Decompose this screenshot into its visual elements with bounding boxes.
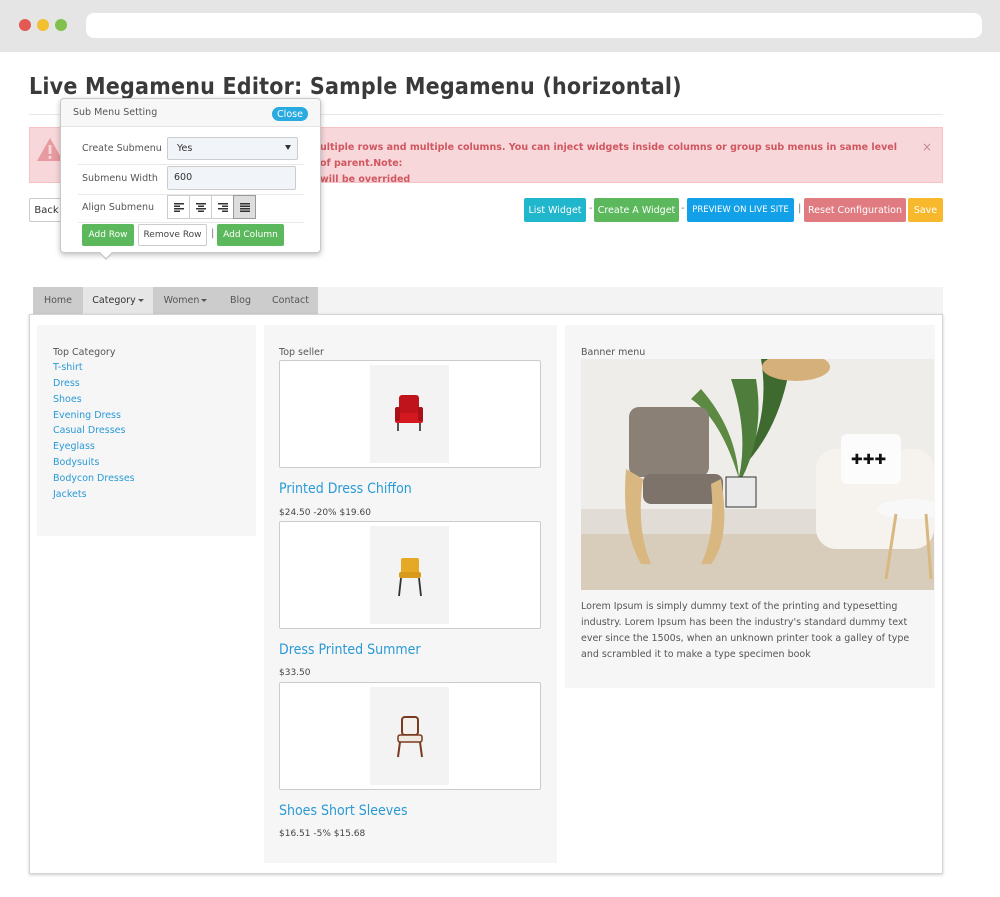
chevron-down-icon: [285, 145, 291, 150]
popover-close-button[interactable]: Close: [272, 107, 308, 121]
banner-title: Banner menu: [581, 347, 646, 358]
caret-down-icon: [137, 299, 144, 302]
toolbar-separator: -: [681, 203, 685, 214]
caret-down-icon: [201, 299, 208, 302]
category-column[interactable]: Top Category T-shirt Dress Shoes Evening…: [37, 325, 256, 536]
menu-item-label: Blog: [230, 295, 251, 306]
popover-header: Sub Menu Setting Close: [61, 99, 320, 127]
create-widget-button[interactable]: Create A Widget: [594, 198, 679, 222]
popover-arrow-inner: [99, 251, 113, 258]
window-minimize-dot[interactable]: [37, 19, 49, 31]
product-card[interactable]: [279, 682, 541, 790]
popover-separator: |: [211, 228, 215, 239]
menu-item-contact[interactable]: Contact: [263, 287, 318, 314]
create-submenu-label: Create Submenu: [82, 143, 162, 154]
category-link[interactable]: Bodysuits: [53, 457, 99, 468]
menu-item-label: Women: [163, 295, 200, 306]
popover-title: Sub Menu Setting: [73, 107, 158, 118]
menu-item-label: Home: [43, 295, 73, 306]
megamenu-bar: Home Category Women Blog Contact: [33, 287, 943, 314]
address-bar[interactable]: [86, 13, 982, 38]
menu-item-label: Category: [92, 295, 136, 306]
product-name[interactable]: Shoes Short Sleeves: [279, 803, 408, 819]
list-widget-button[interactable]: List Widget: [524, 198, 586, 222]
menu-item-label: Contact: [272, 295, 309, 306]
product-card[interactable]: [279, 360, 541, 468]
product-price: $33.50: [279, 668, 311, 678]
toolbar-separator: -: [589, 203, 593, 214]
living-room-image: ✚✚✚: [581, 359, 934, 590]
menu-item-blog[interactable]: Blog: [218, 287, 263, 314]
banner-column[interactable]: Banner menu ✚✚✚ Lorem Ipsum is simply du…: [565, 325, 935, 688]
align-right-icon: [217, 202, 228, 212]
browser-chrome: [0, 0, 1000, 52]
red-armchair-image: [394, 395, 423, 431]
product-name[interactable]: Printed Dress Chiffon: [279, 481, 412, 497]
category-link[interactable]: T-shirt: [53, 362, 83, 373]
category-link[interactable]: Shoes: [53, 394, 82, 405]
product-price: $24.50 -20% $19.60: [279, 508, 371, 518]
svg-text:✚✚✚: ✚✚✚: [851, 452, 886, 468]
banner-image[interactable]: ✚✚✚: [581, 359, 934, 590]
menu-item-category[interactable]: Category: [83, 287, 153, 314]
submenu-width-input[interactable]: 600: [167, 166, 296, 190]
create-submenu-select[interactable]: Yes: [167, 137, 298, 160]
align-button-group: [167, 195, 256, 219]
product-card[interactable]: [279, 521, 541, 629]
alert-close-icon[interactable]: ×: [922, 140, 932, 154]
align-justify-icon: [239, 202, 250, 212]
save-button[interactable]: Save: [908, 198, 943, 222]
align-justify-button[interactable]: [233, 195, 256, 219]
menu-item-home[interactable]: Home: [33, 287, 83, 314]
category-link[interactable]: Evening Dress: [53, 410, 121, 421]
product-price: $16.51 -5% $15.68: [279, 829, 366, 839]
align-submenu-label: Align Submenu: [82, 202, 155, 213]
menu-item-women[interactable]: Women: [153, 287, 218, 314]
remove-row-button[interactable]: Remove Row: [138, 224, 207, 246]
align-left-icon: [173, 202, 184, 212]
alert-message: ultiple rows and multiple columns. You c…: [320, 140, 910, 188]
alert-line-1: ultiple rows and multiple columns. You c…: [320, 142, 897, 169]
align-right-button[interactable]: [211, 195, 234, 219]
product-image[interactable]: [370, 365, 449, 463]
category-link[interactable]: Bodycon Dresses: [53, 473, 135, 484]
window-maximize-dot[interactable]: [55, 19, 67, 31]
product-name[interactable]: Dress Printed Summer: [279, 642, 421, 658]
submenu-width-label: Submenu Width: [82, 173, 158, 184]
category-link[interactable]: Jackets: [53, 489, 87, 500]
category-title: Top Category: [53, 347, 116, 358]
add-row-button[interactable]: Add Row: [82, 224, 134, 246]
add-column-button[interactable]: Add Column: [217, 224, 284, 246]
back-button[interactable]: Back: [29, 198, 63, 222]
reset-configuration-button[interactable]: Reset Configuration: [804, 198, 906, 222]
banner-description: Lorem Ipsum is simply dummy text of the …: [581, 601, 910, 660]
align-center-icon: [195, 202, 206, 212]
page-title: Live Megamenu Editor: Sample Megamenu (h…: [29, 74, 682, 100]
category-link[interactable]: Dress: [53, 378, 80, 389]
window-close-dot[interactable]: [19, 19, 31, 31]
preview-live-site-button[interactable]: PREVIEW ON LIVE SITE: [687, 198, 794, 222]
align-center-button[interactable]: [189, 195, 212, 219]
product-image[interactable]: [370, 526, 449, 624]
wooden-chair-image: [396, 716, 423, 758]
top-seller-title: Top seller: [279, 347, 324, 358]
alert-line-2: will be overrided: [320, 174, 411, 185]
megamenu-panel: Top Category T-shirt Dress Shoes Evening…: [29, 314, 943, 874]
select-value: Yes: [177, 143, 193, 154]
product-image[interactable]: [370, 687, 449, 785]
toolbar-separator: |: [798, 203, 802, 214]
category-link[interactable]: Casual Dresses: [53, 425, 125, 436]
category-link[interactable]: Eyeglass: [53, 441, 95, 452]
yellow-chair-image: [397, 558, 422, 597]
align-left-button[interactable]: [167, 195, 190, 219]
top-seller-column[interactable]: Top seller Printed Dress Chiffon $24.50 …: [264, 325, 557, 863]
